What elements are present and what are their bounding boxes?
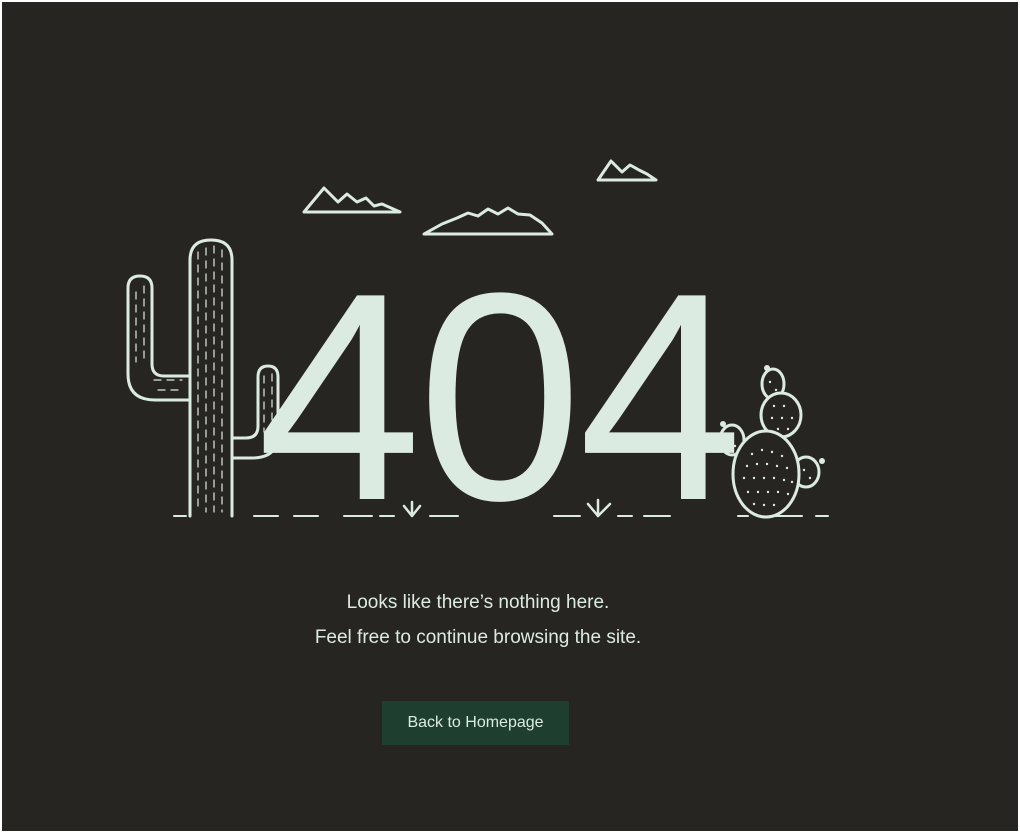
back-to-homepage-button[interactable]: Back to Homepage [382, 701, 569, 745]
mountain-icon [596, 159, 658, 182]
mountain-icon [302, 186, 402, 214]
error-page: 404 Looks like there’s nothing here. Fee… [2, 2, 1018, 831]
error-message-line-2: Feel free to continue browsing the site. [314, 627, 642, 648]
error-message-line-1: Looks like there’s nothing here. [346, 592, 610, 613]
saguaro-cactus-icon [126, 238, 280, 518]
error-code: 404 [257, 231, 743, 562]
